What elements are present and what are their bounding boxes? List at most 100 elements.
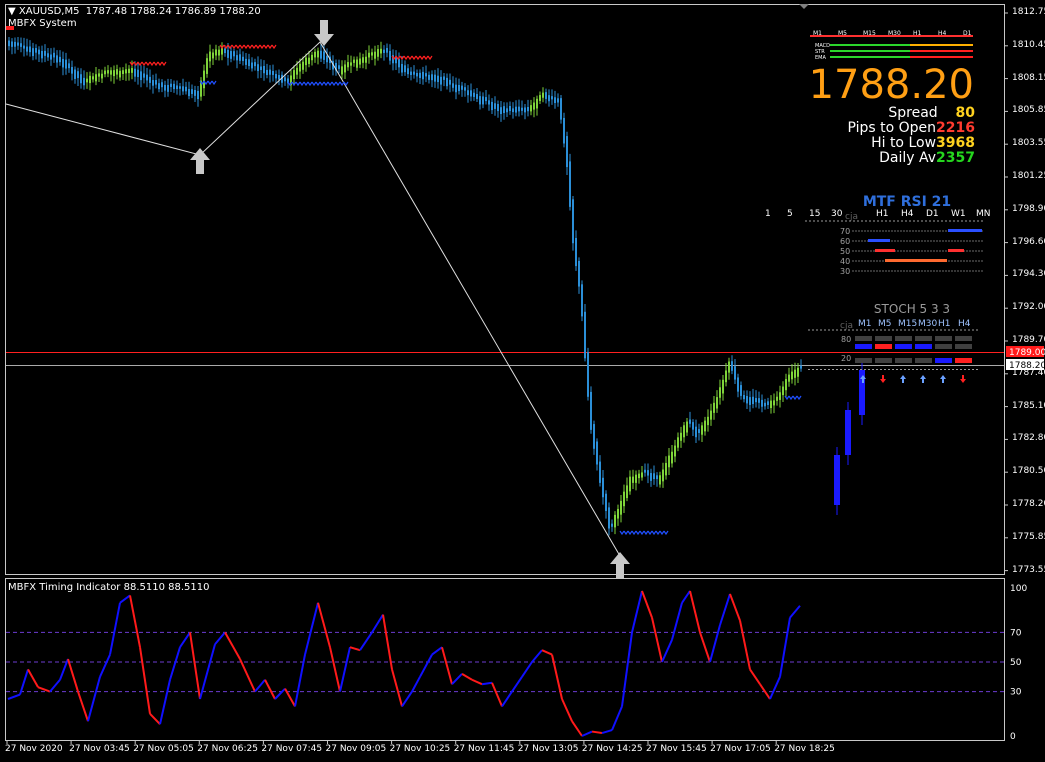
candle-body [530,105,532,112]
candle-body [260,66,262,71]
candle-body [398,58,400,68]
candle-body [422,71,424,80]
sell-signal-dashes-tick [157,61,163,67]
zigzag-line [5,41,621,557]
sell-signal-dashes-tick [149,61,155,67]
buy-signal-dashes-tick [659,530,665,536]
candle-body [767,401,769,406]
candle-body [584,311,586,359]
buy-signal-dashes [199,80,217,86]
buy-arrow-icon [190,148,210,174]
osc-segment [77,691,89,722]
candle-body [446,77,448,87]
sell-signal-dashes-tick [263,44,269,50]
candle-body [683,425,685,438]
sell-signal-dashes-tick [419,55,425,61]
candle-body [374,51,376,59]
candle-body [728,361,730,373]
dropdown-icon[interactable]: ▼ [8,6,16,17]
candle-body [212,52,214,59]
candle-body [101,73,103,79]
trend-bar-green [830,56,910,58]
candle-body [764,402,766,407]
stoch-tf-label: M1 [858,319,872,329]
osc-segment [239,658,256,693]
osc-segment [109,602,121,655]
rsi-tf-label: H1 [876,209,889,219]
sell-signal-dashes-tick [411,55,417,61]
candle-body [428,74,430,80]
candle-body [143,73,145,78]
candle-body [62,58,64,68]
candle-body [611,523,613,527]
candle-body [140,71,142,81]
candle-body [83,77,85,86]
candle-body [269,69,271,75]
osc-segment [359,631,373,651]
candle-body [248,59,250,67]
candle-body [785,379,787,391]
sell-signal-dashes-tick [427,55,433,61]
candle-body [176,85,178,90]
stoch-arrow-down-icon [960,375,966,383]
candle-body [155,80,157,85]
candle-body [65,59,67,69]
candle-body [437,75,439,83]
candle-body [242,56,244,61]
price-tick-label: 1778.20 [1012,499,1045,509]
candle-body [788,374,790,382]
candle-body [509,106,511,112]
candle-body [167,84,169,92]
osc-segment [49,679,61,693]
buy-signal-dashes-tick [655,530,661,536]
candle-body [74,69,76,79]
candle-body [692,422,694,430]
candle-body [722,379,724,394]
osc-segment [631,590,643,633]
candle-body [275,73,277,79]
stat-daily-av: Daily Av2357 [879,150,975,166]
buy-signal-dashes [287,81,349,87]
candle-body [719,387,721,398]
candle-body [656,475,658,480]
stoch-cell [855,344,872,349]
candle-body [515,106,517,113]
stat-hilow-label: Hi to Low [871,135,937,151]
candle-body [137,69,139,78]
osc-segment [689,590,701,633]
rsi-tf-label: W1 [951,209,966,219]
osc-segment [531,649,543,663]
candle-body [572,199,574,244]
time-label: 27 Nov 13:05 [517,744,579,754]
price-tick-label: 1803.55 [1012,138,1045,149]
candle-body [257,64,259,72]
osc-segment [129,595,141,648]
candle-body [209,51,211,62]
rsi-tf-label: 1 [765,209,771,219]
candle-body [593,424,595,449]
osc-segment [19,669,29,695]
candle-body [71,67,73,74]
candle-body [794,369,796,378]
candle-body [755,398,757,403]
candle-body [410,71,412,75]
rsi-level-label: 50 [840,247,850,256]
osc-level-label: 100 [1010,584,1027,594]
candle-body [107,70,109,74]
candle-body [347,62,349,68]
candle-body [707,416,709,426]
candle-body [503,106,505,114]
rsi-bar [948,249,964,252]
candle-body [626,485,628,499]
osc-segment [709,624,721,663]
sell-signal-dashes-tick [271,44,277,50]
candle-body [41,50,43,59]
candle-body [305,57,307,66]
stoch-cell [915,358,932,363]
candle-body [689,419,691,424]
rsi-bar [868,239,890,242]
stoch-tf-label: M30 [918,319,937,329]
rsi-bar [948,229,982,232]
price-tick-label: 1789.70 [1012,335,1045,345]
candle-body [23,45,25,49]
